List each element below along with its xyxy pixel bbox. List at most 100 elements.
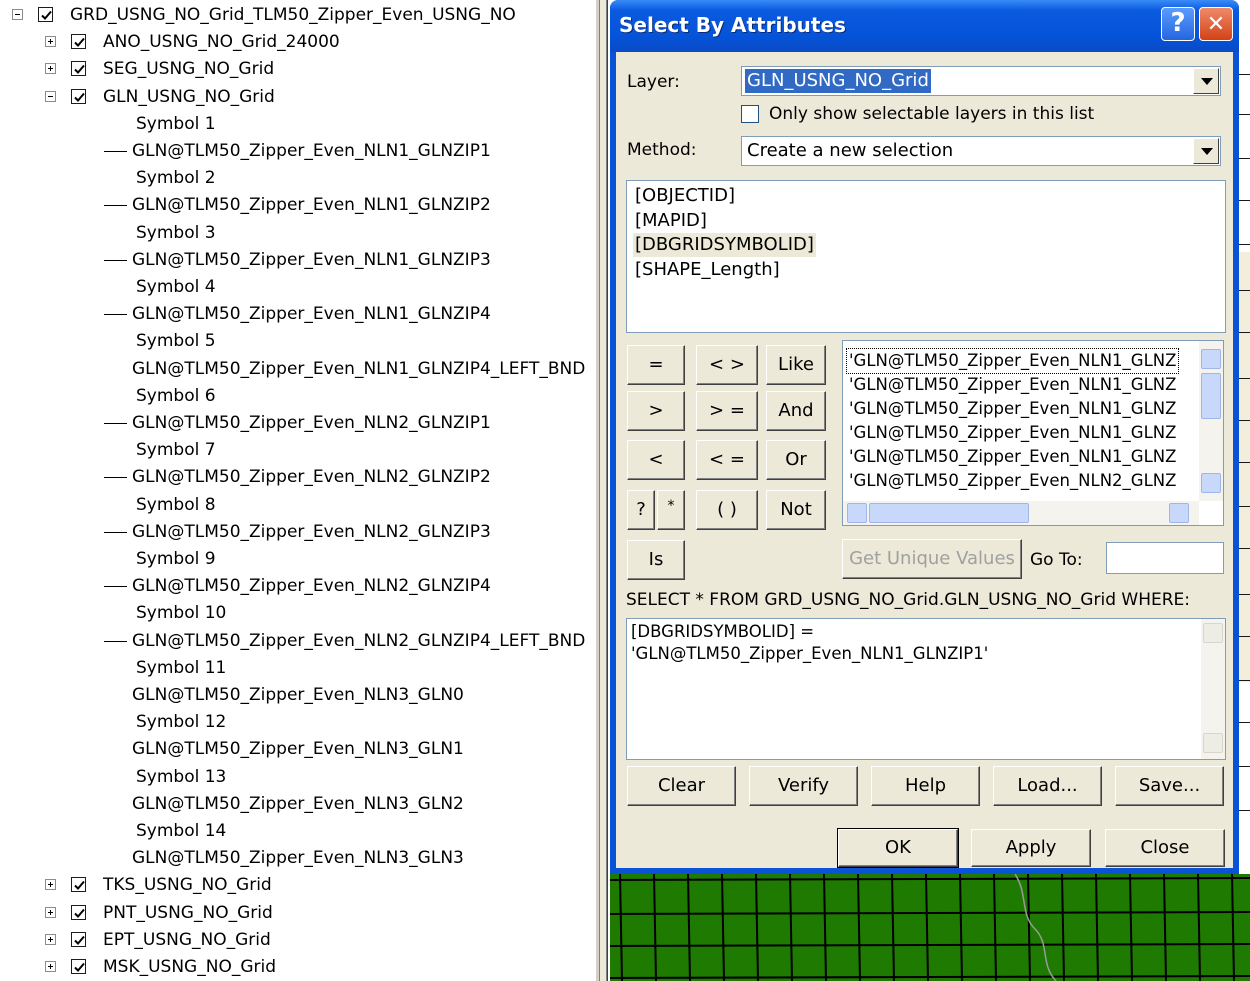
greater-equal-button[interactable]: > =: [696, 391, 758, 431]
toc-label: GLN@TLM50_Zipper_Even_NLN1_GLNZIP4: [132, 304, 491, 325]
unique-values-list[interactable]: 'GLN@TLM50_Zipper_Even_NLN1_GLNZ 'GLN@TL…: [842, 340, 1224, 526]
layer-visibility-checkbox[interactable]: [38, 7, 53, 22]
layer-visibility-checkbox[interactable]: [71, 931, 86, 947]
unique-values-hscroll[interactable]: [843, 501, 1199, 525]
toc-label: MSK_USNG_NO_Grid: [103, 957, 277, 977]
expand-plus-icon[interactable]: [45, 879, 56, 891]
not-equals-button[interactable]: < >: [696, 345, 758, 385]
method-dropdown[interactable]: Create a new selection: [741, 136, 1221, 166]
dialog-titlebar[interactable]: Select By Attributes ? ✕: [610, 0, 1239, 52]
clear-button[interactable]: Clear: [627, 766, 736, 806]
less-equal-button[interactable]: < =: [696, 440, 758, 480]
expression-vscroll[interactable]: [1201, 619, 1225, 759]
line-symbol-swatch: [104, 640, 127, 642]
apply-button[interactable]: Apply: [971, 829, 1091, 867]
dialog-body: Layer: GLN_USNG_NO_Grid Only show select…: [616, 52, 1233, 868]
scroll-left-arrow-icon[interactable]: [847, 503, 867, 523]
line-symbol-swatch: [104, 586, 127, 588]
panel-splitter[interactable]: [596, 0, 610, 981]
expression-textarea[interactable]: [DBGRIDSYMBOLID] = 'GLN@TLM50_Zipper_Eve…: [626, 618, 1226, 760]
goto-label: Go To:: [1030, 550, 1083, 570]
scroll-down-arrow-icon[interactable]: [1203, 733, 1223, 753]
scroll-thumb[interactable]: [869, 503, 1029, 523]
scroll-right-arrow-icon[interactable]: [1169, 503, 1189, 523]
unique-values-vscroll[interactable]: [1199, 341, 1223, 501]
close-button[interactable]: Close: [1105, 829, 1225, 867]
toc-label: GLN@TLM50_Zipper_Even_NLN2_GLNZIP1: [132, 413, 491, 433]
greater-than-button[interactable]: >: [627, 391, 685, 431]
unique-value-item[interactable]: 'GLN@TLM50_Zipper_Even_NLN1_GLNZ: [847, 397, 1178, 421]
unique-value-item[interactable]: 'GLN@TLM50_Zipper_Even_NLN1_GLNZ: [847, 421, 1178, 445]
field-item-selected[interactable]: [DBGRIDSYMBOLID]: [633, 233, 816, 257]
titlebar-help-button[interactable]: ?: [1161, 7, 1195, 41]
field-item[interactable]: [MAPID]: [633, 209, 709, 233]
scroll-thumb[interactable]: [1201, 373, 1221, 419]
goto-input[interactable]: [1106, 542, 1224, 574]
wildcard-single-button[interactable]: ?: [627, 490, 655, 530]
unique-value-item[interactable]: 'GLN@TLM50_Zipper_Even_NLN1_GLNZ: [847, 445, 1178, 469]
like-button[interactable]: Like: [766, 345, 826, 385]
unique-value-item[interactable]: 'GLN@TLM50_Zipper_Even_NLN2_GLNZ: [847, 469, 1178, 493]
wildcard-multi-button[interactable]: *: [657, 490, 685, 530]
ok-button[interactable]: OK: [837, 828, 959, 868]
toc-label: GLN@TLM50_Zipper_Even_NLN1_GLNZIP4_LEFT_…: [132, 358, 586, 379]
expression-line: [DBGRIDSYMBOLID] =: [631, 622, 815, 641]
toc-label: GLN@TLM50_Zipper_Even_NLN3_GLN0: [132, 685, 464, 705]
unique-value-item[interactable]: 'GLN@TLM50_Zipper_Even_NLN1_GLNZ: [847, 373, 1178, 397]
help-button[interactable]: Help: [871, 766, 980, 806]
line-symbol-swatch: [104, 477, 127, 479]
toc-label: Symbol 8: [136, 494, 216, 515]
or-button[interactable]: Or: [766, 440, 826, 480]
layer-dropdown[interactable]: GLN_USNG_NO_Grid: [741, 66, 1221, 96]
layer-visibility-checkbox[interactable]: [71, 904, 86, 920]
field-item[interactable]: [SHAPE_Length]: [633, 258, 782, 282]
chevron-down-icon[interactable]: [1193, 68, 1219, 94]
map-grid-view[interactable]: [610, 874, 1250, 981]
collapse-minus-icon[interactable]: [45, 90, 56, 102]
equals-button[interactable]: =: [627, 345, 685, 385]
toc-label: PNT_USNG_NO_Grid: [103, 902, 273, 923]
not-button[interactable]: Not: [766, 490, 826, 530]
expand-plus-icon[interactable]: [45, 933, 56, 945]
toc-label: GLN@TLM50_Zipper_Even_NLN2_GLNZIP2: [132, 467, 491, 488]
expand-plus-icon[interactable]: [45, 906, 56, 918]
layer-visibility-checkbox[interactable]: [71, 34, 86, 50]
expand-plus-icon[interactable]: [45, 63, 56, 75]
layer-visibility-checkbox[interactable]: [71, 61, 86, 77]
is-button[interactable]: Is: [627, 540, 685, 580]
collapse-minus-icon[interactable]: [12, 9, 23, 20]
selectable-only-checkbox[interactable]: [741, 105, 759, 123]
titlebar-close-button[interactable]: ✕: [1199, 7, 1233, 41]
line-symbol-swatch: [104, 259, 127, 261]
less-than-button[interactable]: <: [627, 440, 685, 480]
expand-plus-icon[interactable]: [45, 961, 56, 972]
toc-label: GLN@TLM50_Zipper_Even_NLN3_GLN1: [132, 739, 464, 760]
and-button[interactable]: And: [766, 391, 826, 431]
unique-value-item[interactable]: 'GLN@TLM50_Zipper_Even_NLN1_GLNZ: [845, 348, 1180, 374]
layer-dropdown-value: GLN_USNG_NO_Grid: [745, 69, 931, 93]
line-symbol-swatch: [104, 531, 127, 533]
load-button[interactable]: Load...: [993, 766, 1102, 806]
layer-visibility-checkbox[interactable]: [71, 959, 86, 974]
verify-button[interactable]: Verify: [749, 766, 858, 806]
layer-visibility-checkbox[interactable]: [71, 877, 86, 893]
parentheses-button[interactable]: ( ): [696, 490, 758, 530]
field-item[interactable]: [OBJECTID]: [633, 184, 737, 208]
scroll-up-arrow-icon[interactable]: [1201, 349, 1221, 369]
toc-label: SEG_USNG_NO_Grid: [103, 59, 275, 80]
select-by-attributes-dialog: Select By Attributes ? ✕ Layer: GLN_USNG…: [610, 0, 1239, 874]
toc-label: GRD_USNG_NO_Grid_TLM50_Zipper_Even_USNG_…: [70, 5, 516, 25]
save-button[interactable]: Save...: [1115, 766, 1224, 806]
scroll-up-arrow-icon[interactable]: [1203, 623, 1223, 643]
toc-label: GLN@TLM50_Zipper_Even_NLN1_GLNZIP1: [132, 141, 491, 161]
layer-visibility-checkbox[interactable]: [71, 88, 86, 104]
scroll-down-arrow-icon[interactable]: [1201, 473, 1221, 493]
expand-plus-icon[interactable]: [45, 36, 56, 48]
toc-label: Symbol 1: [136, 113, 216, 134]
line-symbol-swatch: [104, 423, 127, 424]
toc-label: GLN@TLM50_Zipper_Even_NLN1_GLNZIP2: [132, 195, 491, 216]
toc-label: Symbol 6: [136, 385, 216, 406]
chevron-down-icon[interactable]: [1193, 138, 1219, 164]
fields-list[interactable]: [OBJECTID] [MAPID] [DBGRIDSYMBOLID] [SHA…: [626, 180, 1226, 333]
get-unique-values-button[interactable]: Get Unique Values: [842, 539, 1022, 579]
